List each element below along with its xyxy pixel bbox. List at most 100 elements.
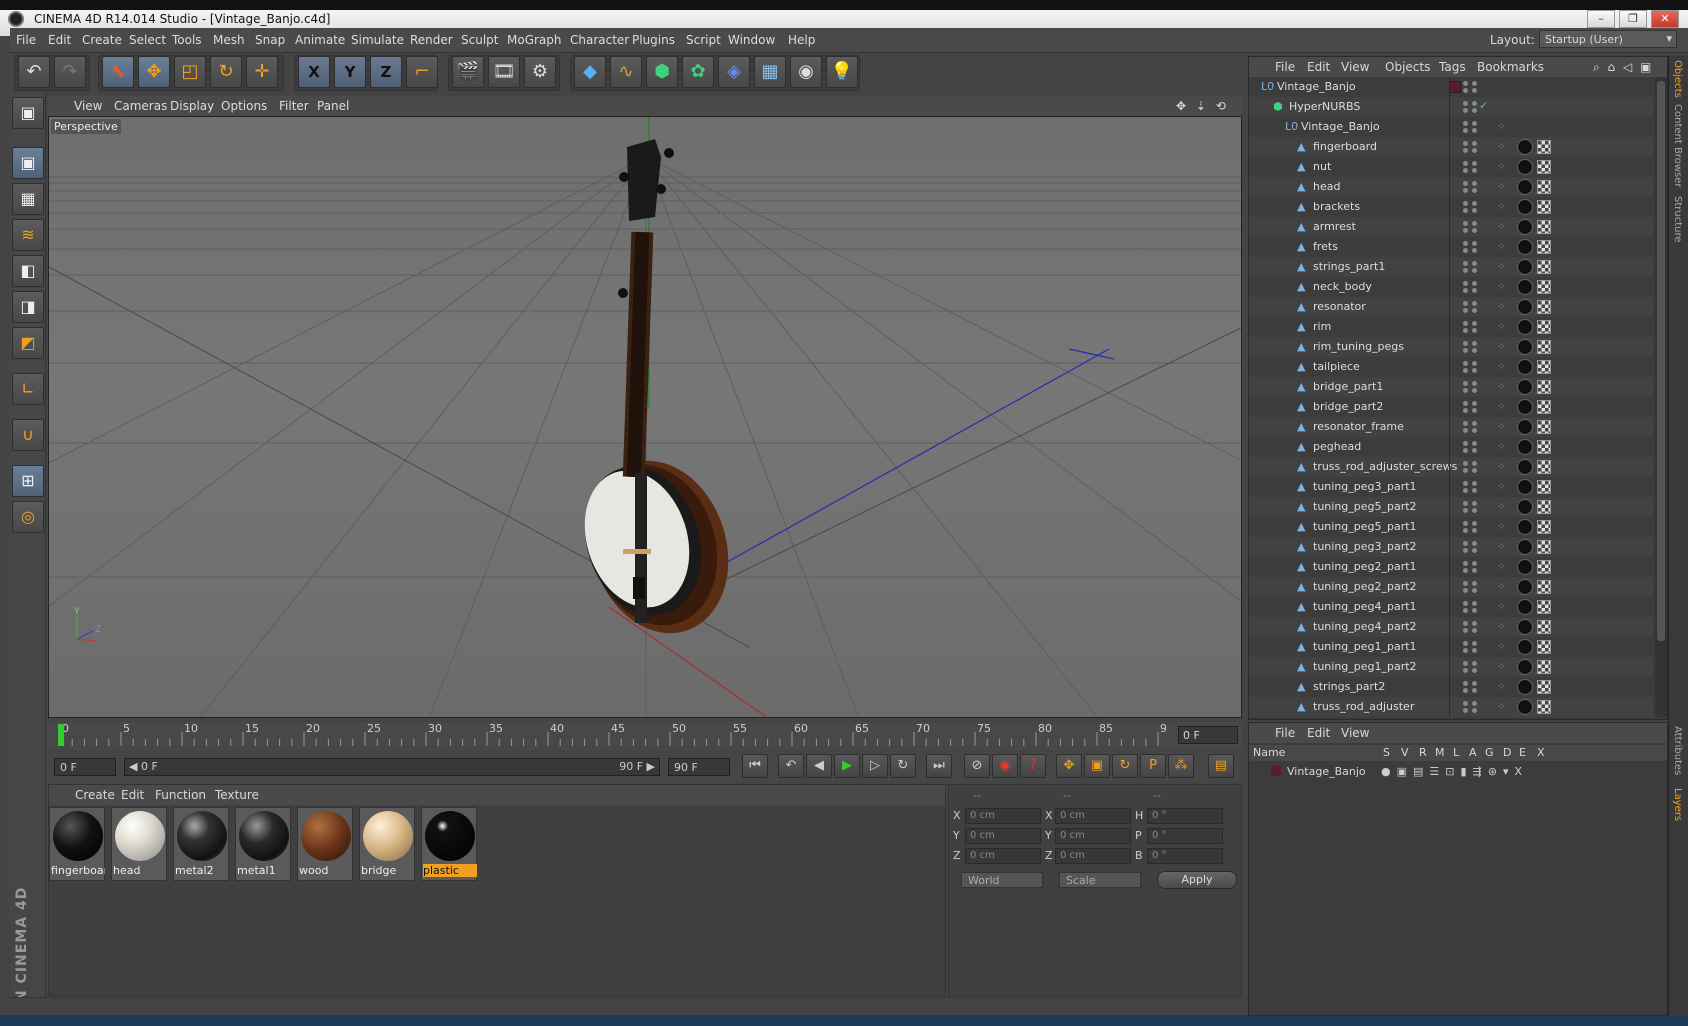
render-picture-viewer-button[interactable]: 🎞	[488, 56, 520, 88]
enabled-check-icon[interactable]: ✓	[1479, 99, 1488, 112]
uvw-tag-icon[interactable]	[1537, 700, 1551, 714]
visibility-dots[interactable]	[1463, 701, 1477, 713]
tab-layers[interactable]: Layers	[1672, 788, 1683, 821]
material-tag-icon[interactable]	[1517, 499, 1533, 515]
visibility-dots[interactable]	[1463, 121, 1477, 133]
material-swatch[interactable]: bridge	[359, 807, 415, 881]
phong-tag-icon[interactable]: ⁘	[1497, 481, 1509, 493]
material-tag-icon[interactable]	[1517, 179, 1533, 195]
x-axis-lock-button[interactable]: X	[298, 56, 330, 88]
object-row[interactable]: ▲ head ⁘	[1249, 177, 1653, 197]
object-menu-objects[interactable]: Objects	[1385, 60, 1430, 74]
visibility-dots[interactable]	[1463, 641, 1477, 653]
object-row[interactable]: ▲ armrest ⁘	[1249, 217, 1653, 237]
visibility-dots[interactable]	[1463, 581, 1477, 593]
object-row[interactable]: ▲ rim ⁘	[1249, 317, 1653, 337]
uvw-tag-icon[interactable]	[1537, 200, 1551, 214]
restore-button[interactable]: ❐	[1619, 10, 1647, 28]
object-row[interactable]: ▲ nut ⁘	[1249, 157, 1653, 177]
menu-script[interactable]: Script	[686, 33, 721, 47]
menu-window[interactable]: Window	[728, 33, 775, 47]
material-tag-icon[interactable]	[1517, 399, 1533, 415]
object-row[interactable]: ▲ resonator ⁘	[1249, 297, 1653, 317]
texture-mode-button[interactable]: ▦	[12, 183, 44, 215]
object-row[interactable]: ▲ tuning_peg4_part2 ⁘	[1249, 617, 1653, 637]
object-name[interactable]: fingerboard	[1313, 140, 1377, 153]
object-row[interactable]: ▲ tuning_peg5_part1 ⁘	[1249, 517, 1653, 537]
visibility-dots[interactable]	[1463, 441, 1477, 453]
menu-sculpt[interactable]: Sculpt	[461, 33, 498, 47]
array-button[interactable]: ✿	[682, 56, 714, 88]
menu-plugins[interactable]: Plugins	[632, 33, 675, 47]
edges-mode-button[interactable]: ◨	[12, 291, 44, 323]
object-row[interactable]: ▲ tuning_peg2_part1 ⁘	[1249, 557, 1653, 577]
uvw-tag-icon[interactable]	[1537, 160, 1551, 174]
rot-h-field[interactable]: 0 °	[1147, 808, 1223, 824]
object-menu-tags[interactable]: Tags	[1439, 60, 1466, 74]
material-tag-icon[interactable]	[1517, 619, 1533, 635]
material-swatch[interactable]: metal2	[173, 807, 229, 881]
phong-tag-icon[interactable]: ⁘	[1497, 201, 1509, 213]
material-tag-icon[interactable]	[1517, 519, 1533, 535]
object-row[interactable]: ▲ tailpiece ⁘	[1249, 357, 1653, 377]
material-menu-function[interactable]: Function	[155, 788, 206, 802]
uvw-tag-icon[interactable]	[1537, 640, 1551, 654]
object-name[interactable]: rim_tuning_pegs	[1313, 340, 1404, 353]
visibility-dots[interactable]	[1463, 381, 1477, 393]
visibility-dots[interactable]	[1463, 361, 1477, 373]
rot-p-field[interactable]: 0 °	[1147, 828, 1223, 844]
visibility-dots[interactable]	[1463, 261, 1477, 273]
menu-edit[interactable]: Edit	[48, 33, 71, 47]
phong-tag-icon[interactable]: ⁘	[1497, 181, 1509, 193]
coord-type-select[interactable]: Scale	[1059, 872, 1141, 888]
menu-simulate[interactable]: Simulate	[351, 33, 404, 47]
phong-tag-icon[interactable]: ⁘	[1497, 321, 1509, 333]
start-frame-field[interactable]: 0 F	[54, 758, 116, 776]
phong-tag-icon[interactable]: ⁘	[1497, 341, 1509, 353]
object-name[interactable]: Vintage_Banjo	[1277, 80, 1356, 93]
object-name[interactable]: brackets	[1313, 200, 1360, 213]
visibility-dots[interactable]	[1463, 101, 1477, 113]
object-name[interactable]: HyperNURBS	[1289, 100, 1360, 113]
planar-workplane-button[interactable]: ◎	[12, 501, 44, 533]
tab-attributes[interactable]: Attributes	[1672, 726, 1683, 775]
uvw-tag-icon[interactable]	[1537, 660, 1551, 674]
uvw-tag-icon[interactable]	[1537, 580, 1551, 594]
material-tag-icon[interactable]	[1517, 359, 1533, 375]
phong-tag-icon[interactable]: ⁘	[1497, 521, 1509, 533]
next-key-button[interactable]: ↻	[890, 754, 916, 778]
menu-mograph[interactable]: MoGraph	[507, 33, 562, 47]
object-row[interactable]: ⬢ HyperNURBS ✓	[1249, 97, 1653, 117]
material-tag-icon[interactable]	[1517, 299, 1533, 315]
keyframe-selection-button[interactable]: ?	[1020, 754, 1046, 778]
visibility-dots[interactable]	[1463, 181, 1477, 193]
visibility-dots[interactable]	[1463, 321, 1477, 333]
polygons-mode-button[interactable]: ◩	[12, 327, 44, 359]
uvw-tag-icon[interactable]	[1537, 360, 1551, 374]
layout-select[interactable]: Startup (User) ▾	[1539, 30, 1677, 48]
object-row[interactable]: L0 Vintage_Banjo	[1249, 77, 1653, 97]
tab-content-browser[interactable]: Content Browser	[1672, 104, 1683, 187]
material-tag-icon[interactable]	[1517, 219, 1533, 235]
uvw-tag-icon[interactable]	[1537, 620, 1551, 634]
uvw-tag-icon[interactable]	[1537, 280, 1551, 294]
goto-start-button[interactable]: ⏮	[742, 754, 768, 778]
cube-button[interactable]: ◆	[574, 56, 606, 88]
object-name[interactable]: truss_rod_adjuster	[1313, 700, 1414, 713]
object-menu-bookmarks[interactable]: Bookmarks	[1477, 60, 1544, 74]
menu-render[interactable]: Render	[410, 33, 453, 47]
workplane-lock-button[interactable]: ⊞	[12, 465, 44, 497]
coordinate-system-button[interactable]: ⌐	[406, 56, 438, 88]
object-row[interactable]: ▲ bridge_part2 ⁘	[1249, 397, 1653, 417]
menu-help[interactable]: Help	[788, 33, 815, 47]
object-row[interactable]: L0 Vintage_Banjo ⁘	[1249, 117, 1653, 137]
object-row[interactable]: ▲ strings_part1 ⁘	[1249, 257, 1653, 277]
object-name[interactable]: tuning_peg3_part1	[1313, 480, 1417, 493]
object-row[interactable]: ▲ tuning_peg3_part2 ⁘	[1249, 537, 1653, 557]
next-frame-button[interactable]: ▷	[862, 754, 888, 778]
visibility-dots[interactable]	[1463, 301, 1477, 313]
uvw-tag-icon[interactable]	[1537, 420, 1551, 434]
timeline-ruler[interactable]: 051015202530354045505560657075808590	[56, 722, 1166, 748]
uvw-tag-icon[interactable]	[1537, 180, 1551, 194]
material-tag-icon[interactable]	[1517, 379, 1533, 395]
